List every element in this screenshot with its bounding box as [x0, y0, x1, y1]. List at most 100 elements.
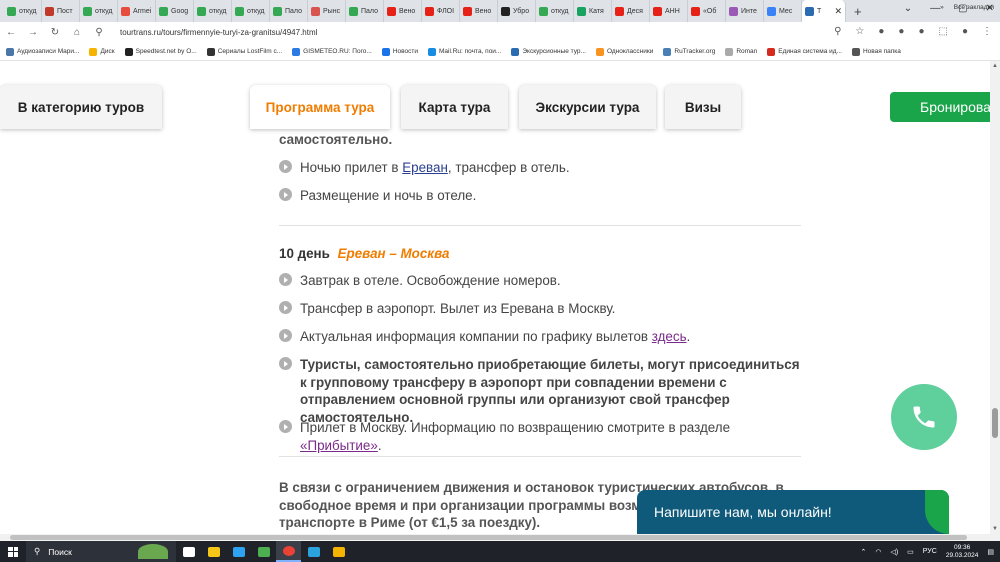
- site-info-icon[interactable]: ⚲: [94, 27, 104, 38]
- clock[interactable]: 09:36 29.03.2024: [946, 544, 979, 560]
- scroll-thumb[interactable]: [992, 408, 998, 438]
- apps-taskbar-icon[interactable]: [251, 541, 276, 562]
- bookmark-favicon-icon: [6, 47, 14, 56]
- tab-visas[interactable]: Визы: [665, 85, 741, 129]
- bookmark-item[interactable]: Mail.Ru: почта, пои...: [428, 47, 501, 56]
- url-field[interactable]: tourtrans.ru/tours/firmennyie-turyi-za-g…: [120, 28, 317, 37]
- telegram-taskbar-icon[interactable]: [301, 541, 326, 562]
- volume-icon[interactable]: ◁): [890, 548, 898, 556]
- flights-info-link[interactable]: здесь: [652, 329, 687, 344]
- tab-favicon-icon: [7, 6, 16, 16]
- divider: [279, 225, 801, 226]
- browser-tab[interactable]: Goog: [156, 0, 194, 22]
- browser-tab[interactable]: Вено: [460, 0, 498, 22]
- language-indicator[interactable]: РУС: [923, 548, 937, 555]
- list-item: Завтрак в отеле. Освобождение номеров.: [279, 272, 801, 290]
- back-button[interactable]: ←: [6, 27, 16, 38]
- browser-tab[interactable]: Деся: [612, 0, 650, 22]
- reload-button[interactable]: ↻: [50, 27, 60, 38]
- extensions-puzzle-icon[interactable]: ⬚: [939, 26, 948, 37]
- home-button[interactable]: ⌂: [72, 27, 82, 38]
- browser-tab[interactable]: АНН: [650, 0, 688, 22]
- browser-tab[interactable]: Вено: [384, 0, 422, 22]
- call-button[interactable]: [891, 384, 957, 450]
- notifications-icon[interactable]: ▤: [987, 548, 994, 556]
- bookmark-item[interactable]: RuTracker.org: [663, 47, 715, 56]
- tab-title: откуд: [551, 7, 569, 15]
- bookmark-item[interactable]: Speedtest.net by O...: [124, 47, 197, 56]
- browser-tab[interactable]: Пало: [270, 0, 308, 22]
- new-tab-button[interactable]: +: [846, 4, 870, 19]
- player-taskbar-icon[interactable]: [326, 541, 351, 562]
- bookmark-item[interactable]: Единая система ид...: [767, 47, 842, 56]
- browser-tab[interactable]: Катя: [574, 0, 612, 22]
- task-view-taskbar-icon[interactable]: [176, 541, 201, 562]
- browser-tab[interactable]: «Об: [688, 0, 726, 22]
- scroll-up-icon[interactable]: ▲: [992, 63, 998, 69]
- vertical-scrollbar[interactable]: ▲ ▼: [990, 61, 1000, 534]
- browser-tab[interactable]: Рынс: [308, 0, 346, 22]
- browser-tab[interactable]: Armeі: [118, 0, 156, 22]
- bookmark-item[interactable]: Аудиозаписи Мари...: [6, 47, 79, 56]
- extension-icon[interactable]: ●: [918, 26, 924, 37]
- browser-tab[interactable]: откуд: [80, 0, 118, 22]
- bookmark-item[interactable]: Roman: [725, 47, 757, 56]
- battery-icon[interactable]: ▭: [907, 548, 914, 556]
- bookmark-item[interactable]: GISMETEO.RU: Пого...: [292, 47, 372, 56]
- minimize-icon[interactable]: —: [930, 3, 940, 14]
- browser-tab[interactable]: Инте: [726, 0, 764, 22]
- tab-tour-category[interactable]: В категорию туров: [0, 85, 162, 129]
- tab-tour-excursions[interactable]: Экскурсии тура: [519, 85, 656, 129]
- browser-tab[interactable]: откуд: [194, 0, 232, 22]
- tab-favicon-icon: [159, 6, 168, 16]
- browser-tab[interactable]: Мес: [764, 0, 802, 22]
- list-item: Туристы, самостоятельно приобретающие би…: [279, 356, 801, 426]
- yerevan-link[interactable]: Ереван: [402, 160, 448, 175]
- browser-tab[interactable]: откуд: [536, 0, 574, 22]
- scroll-down-icon[interactable]: ▼: [992, 526, 998, 532]
- bookmark-item[interactable]: Диск: [89, 47, 115, 56]
- browser-tab-active[interactable]: Т ✕: [802, 0, 846, 22]
- book-button[interactable]: Бронировать: [890, 92, 990, 122]
- browser-tab[interactable]: Убро: [498, 0, 536, 22]
- bookmark-item[interactable]: Сериалы LostFilm с...: [206, 47, 282, 56]
- bookmark-star-icon[interactable]: ☆: [855, 26, 864, 37]
- network-icon[interactable]: ◠: [875, 548, 881, 556]
- online-chat-widget[interactable]: Напишите нам, мы онлайн!: [637, 490, 949, 534]
- hscroll-thumb[interactable]: [10, 535, 967, 540]
- horizontal-scrollbar[interactable]: [0, 534, 1000, 541]
- tray-overflow-icon[interactable]: ⌃: [860, 548, 866, 556]
- forward-button[interactable]: →: [28, 27, 38, 38]
- bookmarks-bar: Аудиозаписи Мари... Диск Speedtest.net by …: [0, 43, 1000, 61]
- browser-tab[interactable]: откуд: [232, 0, 270, 22]
- bookmark-item[interactable]: Экскурсионные тур...: [511, 47, 586, 56]
- arrival-link[interactable]: «Прибытие»: [300, 438, 378, 453]
- browser-tab[interactable]: Пало: [346, 0, 384, 22]
- tab-search-icon[interactable]: ⌄: [904, 3, 912, 14]
- bookmarks-more-button[interactable]: »: [940, 4, 944, 11]
- close-icon[interactable]: ✕: [834, 6, 842, 17]
- browser-tab[interactable]: Пост: [42, 0, 80, 22]
- explorer-taskbar-icon[interactable]: [201, 541, 226, 562]
- browser-tab[interactable]: ФЛОІ: [422, 0, 460, 22]
- all-bookmarks-button[interactable]: Все закладки: [954, 4, 994, 11]
- tab-tour-program[interactable]: Программа тура: [250, 85, 390, 129]
- menu-icon[interactable]: ⋮: [982, 26, 992, 37]
- store-taskbar-icon[interactable]: [226, 541, 251, 562]
- chrome-taskbar-icon[interactable]: [276, 541, 301, 562]
- tab-tour-map[interactable]: Карта тура: [401, 85, 508, 129]
- browser-tab[interactable]: откуд: [4, 0, 42, 22]
- list-item-text: Актуальная информация компании по график…: [300, 329, 691, 344]
- day-heading: 10 день Ереван – Москва: [279, 246, 449, 261]
- start-button[interactable]: [0, 546, 26, 557]
- bookmark-item[interactable]: Одноклассники: [595, 47, 653, 56]
- taskbar-search[interactable]: ⚲ Поиск: [26, 541, 176, 562]
- bullet-icon: [279, 188, 292, 201]
- zoom-icon[interactable]: ⚲: [834, 26, 841, 37]
- profile-icon[interactable]: ●: [962, 26, 968, 37]
- bookmark-item[interactable]: Новая папка: [851, 47, 901, 56]
- tab-title: Т: [817, 7, 822, 15]
- bookmark-item[interactable]: Новости: [381, 47, 418, 56]
- extension-icon[interactable]: ●: [898, 26, 904, 37]
- extension-icon[interactable]: ●: [878, 26, 884, 37]
